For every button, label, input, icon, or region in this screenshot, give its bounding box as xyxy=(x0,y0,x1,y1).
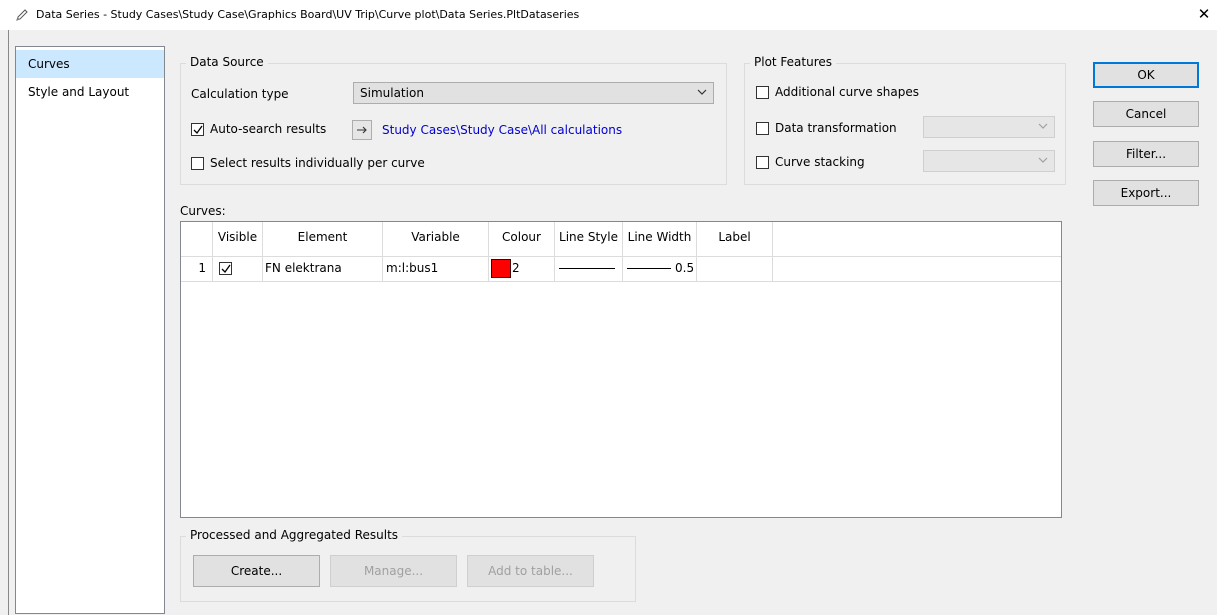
label-cell[interactable] xyxy=(697,256,773,281)
data-transformation-label: Data transformation xyxy=(775,121,897,135)
chevron-down-icon xyxy=(1038,123,1048,129)
create-button[interactable]: Create... xyxy=(193,555,320,587)
cancel-button[interactable]: Cancel xyxy=(1093,101,1199,127)
nav-item-style-layout[interactable]: Style and Layout xyxy=(16,78,164,106)
curves-table: Visible Element Variable Colour Line Sty… xyxy=(180,221,1062,518)
results-link[interactable]: Study Cases\Study Case\All calculations xyxy=(382,123,622,137)
curve-stacking-label: Curve stacking xyxy=(775,155,865,169)
line-width-sample xyxy=(627,268,671,269)
filter-button[interactable]: Filter... xyxy=(1093,141,1199,167)
auto-search-label: Auto-search results xyxy=(210,122,327,136)
column-header-line-width[interactable]: Line Width xyxy=(623,222,697,256)
chevron-down-icon xyxy=(1038,157,1048,163)
visible-cell[interactable] xyxy=(213,256,263,281)
line-width-cell[interactable]: 0.5 xyxy=(623,256,697,281)
export-button[interactable]: Export... xyxy=(1093,180,1199,206)
ok-button[interactable]: OK xyxy=(1093,62,1199,88)
column-header-visible[interactable]: Visible xyxy=(213,222,263,256)
row-index: 1 xyxy=(181,256,213,281)
curves-label: Curves: xyxy=(180,204,226,218)
curve-stacking-checkbox[interactable] xyxy=(756,156,769,169)
column-header-variable[interactable]: Variable xyxy=(383,222,489,256)
line-width-value: 0.5 xyxy=(675,261,695,275)
column-header-element[interactable]: Element xyxy=(263,222,383,256)
colour-index: 2 xyxy=(512,261,520,275)
processed-results-group-label: Processed and Aggregated Results xyxy=(186,528,403,542)
calculation-type-select[interactable]: Simulation xyxy=(353,82,714,104)
checkmark-icon xyxy=(221,264,231,274)
close-icon[interactable]: ✕ xyxy=(1194,4,1214,24)
column-header-label[interactable]: Label xyxy=(697,222,773,256)
title-bar: Data Series - Study Cases\Study Case\Gra… xyxy=(0,0,1217,30)
column-header-colour[interactable]: Colour xyxy=(489,222,555,256)
right-arrow-icon xyxy=(357,126,367,134)
window-border xyxy=(8,30,9,615)
column-header-index xyxy=(181,222,213,256)
line-style-cell[interactable] xyxy=(555,256,623,281)
data-transformation-select xyxy=(923,116,1055,138)
column-header-line-style[interactable]: Line Style xyxy=(555,222,623,256)
plot-features-group-label: Plot Features xyxy=(750,55,837,69)
colour-cell[interactable]: 2 xyxy=(489,256,555,281)
select-individual-label: Select results individually per curve xyxy=(210,156,425,170)
select-individual-checkbox[interactable] xyxy=(191,157,204,170)
chevron-down-icon xyxy=(697,89,707,95)
curve-stacking-select xyxy=(923,150,1055,172)
select-results-button[interactable] xyxy=(352,120,372,140)
calculation-type-value: Simulation xyxy=(360,86,424,100)
nav-item-curves[interactable]: Curves xyxy=(16,50,164,78)
data-transformation-checkbox[interactable] xyxy=(756,122,769,135)
data-source-group-label: Data Source xyxy=(186,55,268,69)
line-style-sample xyxy=(559,268,615,269)
manage-button: Manage... xyxy=(330,555,457,587)
calculation-type-label: Calculation type xyxy=(191,87,289,101)
additional-curve-shapes-label: Additional curve shapes xyxy=(775,85,919,99)
edit-pencil-icon xyxy=(16,9,28,21)
colour-swatch xyxy=(491,259,511,278)
auto-search-checkbox[interactable] xyxy=(191,123,204,136)
add-to-table-button: Add to table... xyxy=(467,555,594,587)
checkmark-icon xyxy=(193,125,203,135)
window-title: Data Series - Study Cases\Study Case\Gra… xyxy=(36,8,580,21)
table-header: Visible Element Variable Colour Line Sty… xyxy=(181,222,1061,257)
variable-cell[interactable]: m:l:bus1 xyxy=(383,256,489,281)
visible-checkbox[interactable] xyxy=(219,262,232,275)
element-cell[interactable]: FN elektrana xyxy=(263,256,383,281)
navigation-list: Curves Style and Layout xyxy=(15,46,165,614)
additional-curve-shapes-checkbox[interactable] xyxy=(756,86,769,99)
table-row[interactable]: 1 FN elektrana m:l:bus1 2 0.5 xyxy=(181,256,1061,282)
